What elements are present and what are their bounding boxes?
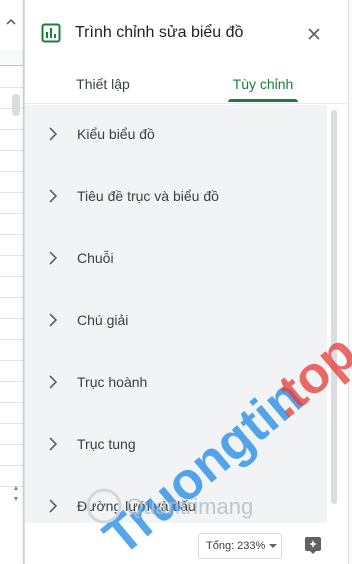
section-chart-axis-titles[interactable]: Tiêu đề trục và biểu đồ: [25, 168, 327, 224]
grid-row: [0, 193, 23, 214]
grid-row: [0, 235, 23, 256]
window-edge: [348, 0, 352, 564]
section-label: Trục hoành: [77, 374, 148, 390]
grid-row: [0, 382, 23, 403]
section-gridlines-ticks[interactable]: Đường lưới và dấu: [25, 478, 327, 523]
sum-label: Tổng: 233%: [206, 540, 266, 552]
section-chart-style[interactable]: Kiểu biểu đồ: [25, 106, 327, 162]
editor-tabs: Thiết lập Tùy chỉnh: [25, 64, 349, 104]
chart-editor-panel: Trình chỉnh sửa biểu đồ Thiết lập Tùy ch…: [24, 0, 349, 564]
grid-row: [0, 172, 23, 193]
scroll-up-icon[interactable]: ▲: [10, 483, 22, 493]
close-button[interactable]: [301, 21, 327, 47]
scroll-down-icon[interactable]: ▼: [10, 494, 22, 504]
caret-down-icon: [269, 544, 277, 548]
active-tab-indicator: [228, 99, 298, 102]
grid-row: [0, 361, 23, 382]
grid-row: [0, 424, 23, 445]
tab-setup[interactable]: Thiết lập: [51, 64, 155, 104]
panel-header: Trình chỉnh sửa biểu đồ: [25, 0, 349, 64]
section-label: Chú giải: [77, 312, 129, 328]
grid-row: [0, 340, 23, 361]
section-label: Đường lưới và dấu: [77, 498, 196, 514]
panel-title: Trình chỉnh sửa biểu đồ: [75, 24, 244, 41]
section-label: Tiêu đề trục và biểu đồ: [77, 188, 219, 204]
grid-row: [0, 445, 23, 466]
grid-row: [0, 151, 23, 172]
panel-scrollbar-thumb[interactable]: [331, 110, 337, 504]
bar-chart-icon: [41, 23, 61, 43]
grid-row: [0, 130, 23, 151]
tab-customize[interactable]: Tùy chỉnh: [225, 64, 301, 104]
chevron-right-icon: [49, 375, 58, 389]
close-icon: [308, 28, 320, 40]
chevron-right-icon: [49, 127, 58, 141]
chevron-right-icon: [49, 437, 58, 451]
section-vertical-axis[interactable]: Trục tung: [25, 416, 327, 472]
chevron-right-icon: [49, 313, 58, 327]
section-series[interactable]: Chuỗi: [25, 230, 327, 286]
spreadsheet-edge: ▲ ▼: [0, 0, 24, 564]
column-header-band: [0, 50, 23, 66]
grid-row: [0, 214, 23, 235]
chevron-right-icon: [49, 499, 58, 513]
grid-row: [0, 319, 23, 340]
section-label: Chuỗi: [77, 250, 114, 266]
grid-row: [0, 403, 23, 424]
section-label: Trục tung: [77, 436, 136, 452]
grid-row: [0, 67, 23, 88]
sum-dropdown[interactable]: Tổng: 233%: [198, 533, 282, 559]
chevron-right-icon: [49, 189, 58, 203]
chevron-up-icon[interactable]: [1, 12, 21, 32]
grid-row: [0, 298, 23, 319]
section-legend[interactable]: Chú giải: [25, 292, 327, 348]
grid-row: [0, 256, 23, 277]
explore-icon: [305, 537, 321, 554]
section-label: Kiểu biểu đồ: [77, 126, 155, 142]
customize-sections: Kiểu biểu đồ Tiêu đề trục và biểu đồ Chu…: [25, 105, 327, 523]
panel-footer: Tổng: 233%: [25, 523, 349, 564]
sheet-scrollbar-thumb[interactable]: [12, 94, 20, 116]
chevron-right-icon: [49, 251, 58, 265]
section-horizontal-axis[interactable]: Trục hoành: [25, 354, 327, 410]
explore-button[interactable]: [302, 534, 324, 556]
grid-row: [0, 277, 23, 298]
